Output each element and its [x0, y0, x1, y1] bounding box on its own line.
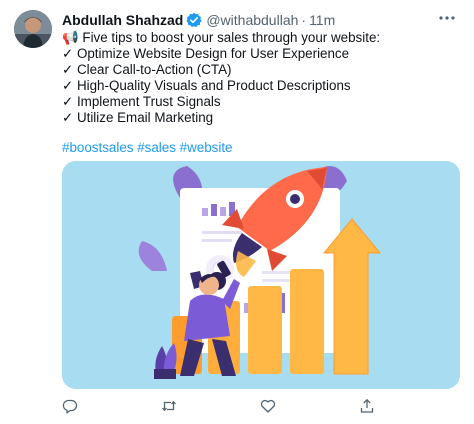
tweet[interactable]: Abdullah Shahzad @withabdullah · 11m 📢 F…: [0, 0, 474, 424]
hashtag-boostsales[interactable]: #boostsales: [62, 140, 133, 155]
hashtag-sales[interactable]: #sales: [137, 140, 176, 155]
tweet-text: 📢 Five tips to boost your sales through …: [62, 30, 462, 126]
share-icon[interactable]: [359, 398, 377, 416]
tweet-line-intro: 📢 Five tips to boost your sales through …: [62, 30, 381, 45]
avatar[interactable]: [14, 10, 52, 48]
tweet-line-tip-4: ✓ Implement Trust Signals: [62, 94, 221, 109]
verified-badge-icon: [186, 12, 202, 28]
more-options-icon[interactable]: [438, 9, 456, 32]
like-icon[interactable]: [260, 398, 278, 416]
tweet-timestamp[interactable]: 11m: [309, 12, 335, 28]
growth-illustration: [62, 161, 460, 389]
tweet-line-tip-2: ✓ Clear Call-to-Action (CTA): [62, 62, 232, 77]
tweet-header: Abdullah Shahzad @withabdullah · 11m: [62, 11, 335, 29]
separator-dot: ·: [301, 12, 307, 28]
author-handle[interactable]: @withabdullah: [206, 12, 298, 28]
tweet-actions: [62, 398, 392, 416]
author-name[interactable]: Abdullah Shahzad: [62, 12, 183, 28]
tweet-line-tip-3: ✓ High-Quality Visuals and Product Descr…: [62, 78, 351, 93]
hashtags: #boostsales #sales #website: [62, 140, 233, 155]
tweet-media-image[interactable]: [62, 161, 460, 389]
tweet-line-tip-5: ✓ Utilize Email Marketing: [62, 110, 214, 125]
tweet-line-tip-1: ✓ Optimize Website Design for User Exper…: [62, 46, 350, 61]
hashtag-website[interactable]: #website: [180, 140, 233, 155]
retweet-icon[interactable]: [161, 398, 179, 416]
reply-icon[interactable]: [62, 398, 80, 416]
